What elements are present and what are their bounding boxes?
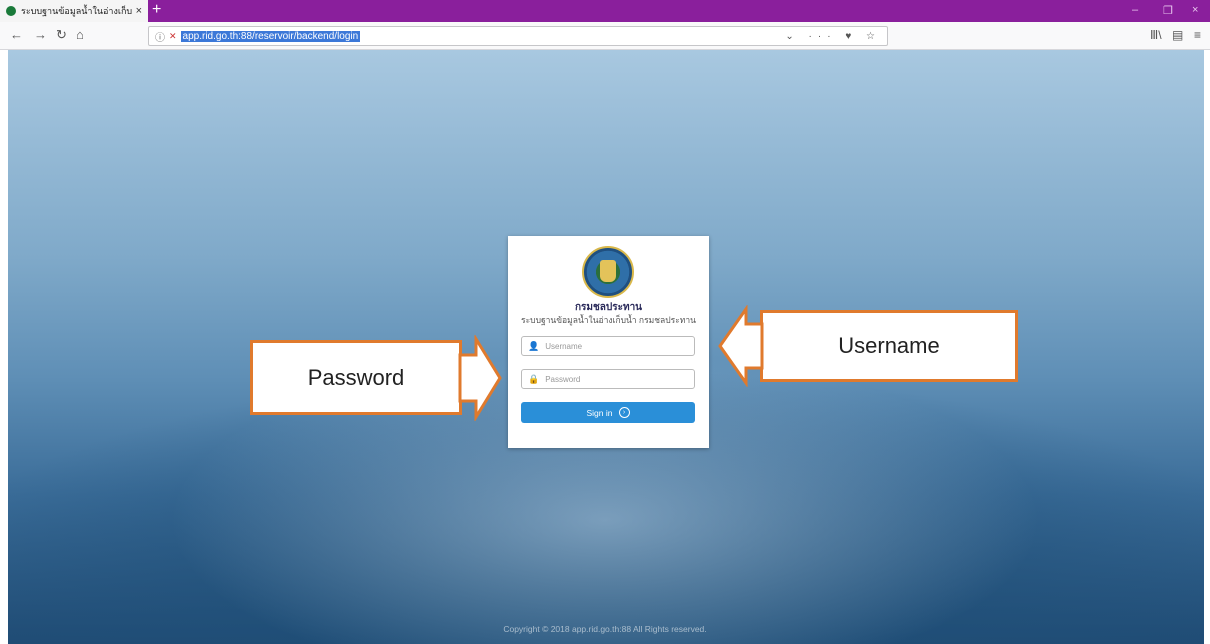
sign-in-label: Sign in [586,407,613,418]
minimize-button[interactable]: – [1132,4,1138,16]
site-info-icon[interactable]: ⓘ [155,29,165,44]
maximize-button[interactable]: ❐ [1163,4,1173,17]
page-left-edge [0,50,8,644]
reload-icon[interactable]: ↻ [56,27,67,43]
new-tab-button[interactable]: + [152,2,161,18]
tab-title: ระบบฐานข้อมูลน้ำในอ่างเก็บน้ำ กร [21,6,132,16]
username-input[interactable]: 👤 Username [521,336,695,356]
back-icon[interactable]: ← [10,27,23,42]
menu-icon[interactable]: ≡ [1194,28,1201,42]
tab-close-icon[interactable]: × [136,5,142,17]
password-callout-label: Password [307,364,405,390]
username-placeholder: Username [545,341,583,351]
password-placeholder: Password [545,374,581,384]
sign-in-button[interactable]: Sign in › [521,402,695,423]
sidebar-icon[interactable]: ▤ [1172,28,1183,42]
username-callout-label: Username [838,333,940,358]
username-callout: Username [760,310,1018,382]
browser-nav-bar: ← → ↻ ⌂ ⓘ ✕ app.rid.go.th:88/reservoir/b… [0,22,1210,50]
user-icon: 👤 [528,340,540,351]
address-bar[interactable]: ⓘ ✕ app.rid.go.th:88/reservoir/backend/l… [148,26,888,46]
browser-tab-bar: ระบบฐานข้อมูลน้ำในอ่างเก็บน้ำ กร × + – ❐… [0,0,1210,22]
browser-tab[interactable]: ระบบฐานข้อมูลน้ำในอ่างเก็บน้ำ กร × [0,0,148,22]
site-favicon-icon [6,6,16,16]
copyright-footer: Copyright © 2018 app.rid.go.th:88 All Ri… [503,624,707,634]
insecure-connection-icon[interactable]: ✕ [169,31,177,42]
close-window-button[interactable]: × [1192,4,1198,16]
password-input[interactable]: 🔒 Password [521,369,695,389]
login-card: กรมชลประทาน ระบบฐานข้อมูลน้ำในอ่างเก็บน้… [508,236,709,448]
rid-seal-logo [582,246,634,298]
home-icon[interactable]: ⌂ [76,27,84,42]
url-actions-icons[interactable]: ⌄ ··· ♥ ☆ [785,31,881,42]
url-text[interactable]: app.rid.go.th:88/reservoir/backend/login [180,30,361,42]
system-name: ระบบฐานข้อมูลน้ำในอ่างเก็บน้ำ กรมชลประทา… [521,315,696,325]
password-callout-arrow-icon [458,335,502,421]
arrow-right-circle-icon: › [618,407,630,418]
lock-icon: 🔒 [528,373,540,384]
library-icon[interactable]: Ⅲ\ [1150,28,1162,42]
page-right-edge [1204,50,1210,644]
forward-icon[interactable]: → [34,27,47,42]
username-callout-arrow-icon [718,305,764,387]
password-callout: Password [250,340,462,415]
